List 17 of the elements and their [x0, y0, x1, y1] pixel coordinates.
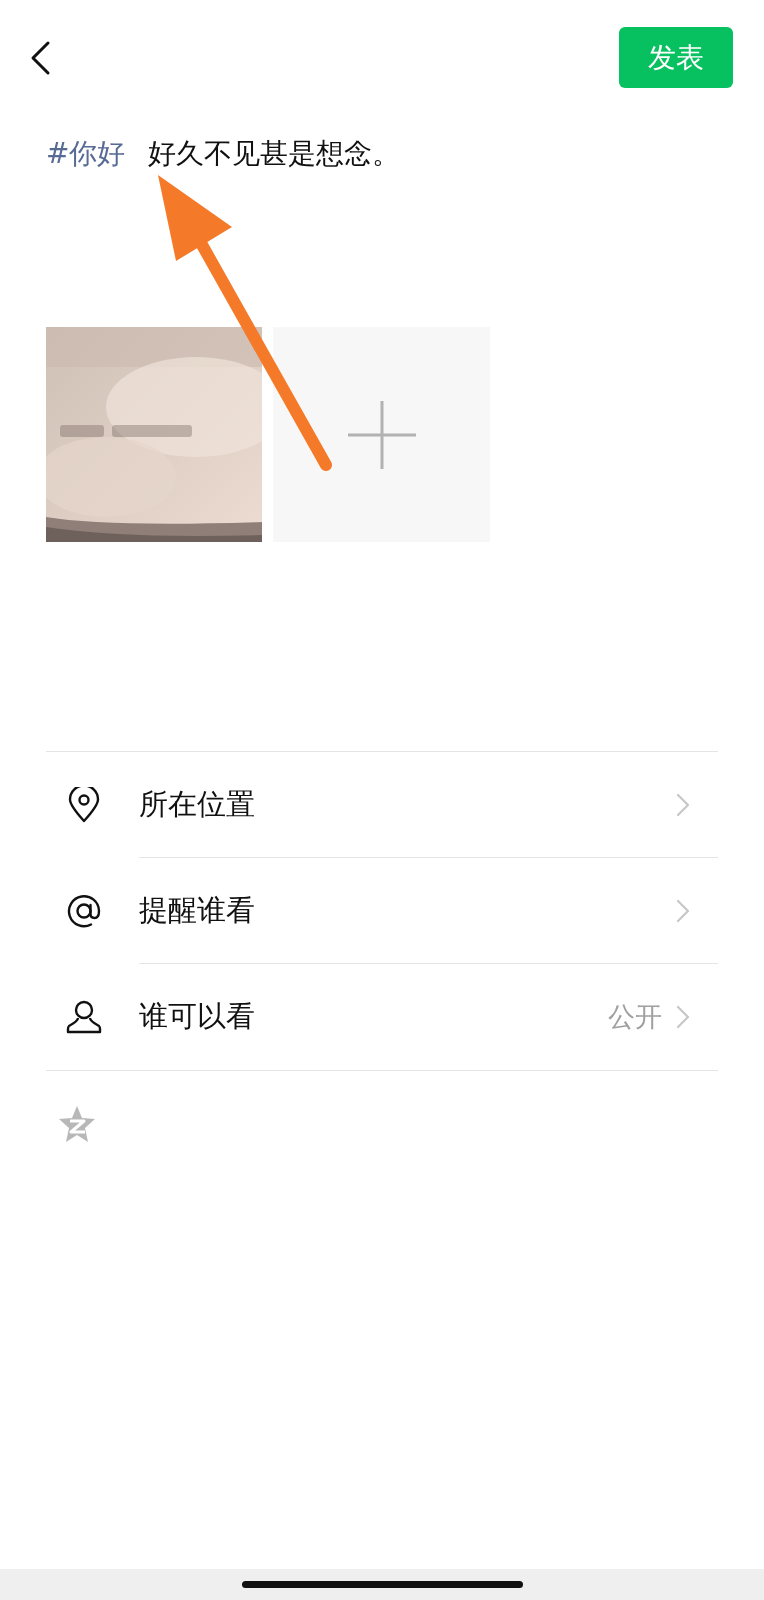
chevron-icon: [676, 898, 690, 923]
option-label: 所在位置: [139, 785, 255, 823]
person-icon: [66, 999, 102, 1035]
post-text[interactable]: #你好 好久不见甚是想念。: [46, 134, 401, 174]
at-sign-icon: [66, 893, 102, 929]
star-icon[interactable]: [57, 1104, 97, 1144]
chevron-icon: [676, 1005, 690, 1029]
location-pin-icon: [66, 787, 102, 823]
add-image-button[interactable]: [273, 327, 490, 542]
option-label: 谁可以看: [139, 998, 255, 1035]
plus-icon: [347, 400, 416, 469]
option-row[interactable]: 提醒谁看: [46, 858, 718, 964]
option-label: 提醒谁看: [139, 891, 255, 929]
chevron-icon: [676, 792, 690, 817]
option-value: 公开: [608, 1000, 662, 1034]
option-row[interactable]: 谁可以看 公开: [46, 964, 718, 1070]
option-row[interactable]: 所在位置: [46, 752, 718, 858]
